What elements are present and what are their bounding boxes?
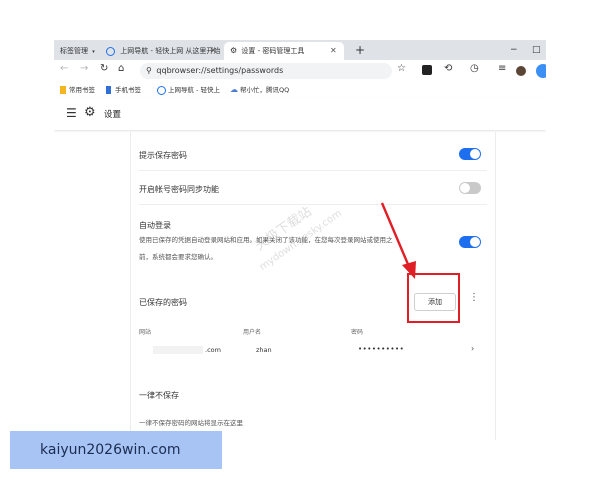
divider [139, 170, 487, 171]
sync-label: 开启帐号密码同步功能 [139, 185, 219, 194]
address-bar[interactable]: ⚲ qqbrowser://settings/passwords [140, 63, 392, 79]
tab-navigation-label: 上网导航 - 轻快上网 从这里开始 [120, 47, 221, 55]
chevron-right-icon[interactable]: › [471, 344, 474, 353]
bookmark-mobile[interactable]: 手机书签 [115, 82, 141, 98]
tab-bar: 标签管理 ▾ 上网导航 - 轻快上网 从这里开始 ✕ ⚙ 设置 - 密码管理工具… [54, 40, 546, 60]
cloud-icon: ☁ [230, 85, 238, 94]
bookmark-yellow-icon [60, 86, 66, 94]
bookmarks-bar: 常用书签 手机书签 上网导航 - 轻快上 ☁ 帮小忙，腾讯QQ [54, 82, 546, 99]
bookmark-common[interactable]: 常用书签 [69, 82, 95, 98]
column-header-password: 密码 [351, 329, 364, 336]
new-tab-button[interactable]: + [355, 42, 365, 58]
tab-settings-label: 设置 - 密码管理工具 [241, 47, 305, 55]
tab-navigation[interactable]: 上网导航 - 轻快上网 从这里开始 ✕ [106, 42, 221, 60]
offer-save-label: 提示保存密码 [139, 151, 187, 160]
maximize-button[interactable]: □ [532, 42, 541, 58]
close-icon[interactable]: ✕ [330, 42, 337, 60]
tab-manager[interactable]: 标签管理 ▾ [60, 42, 95, 60]
table-row[interactable]: .com zhan •••••••••• › [131, 342, 495, 360]
more-options-icon[interactable]: ⋮ [469, 292, 479, 303]
saved-username: zhan [256, 346, 272, 354]
history-icon[interactable]: ◷ [470, 63, 479, 74]
qq-browser-icon [106, 46, 115, 56]
gear-icon: ⚙ [84, 105, 96, 120]
close-icon[interactable]: ✕ [210, 42, 217, 60]
tab-manager-label: 标签管理 [60, 47, 88, 55]
star-icon[interactable]: ☆ [397, 63, 406, 74]
sync-toggle[interactable] [459, 182, 481, 194]
qq-browser-logo-icon[interactable] [536, 64, 546, 78]
forward-arrow-icon[interactable]: → [80, 63, 88, 74]
bookmark-blue-icon [106, 86, 111, 94]
page-title: 设置 [104, 110, 122, 120]
never-save-title: 一律不保存 [139, 391, 179, 400]
sync-icon[interactable]: ⟲ [444, 63, 452, 74]
site-watermark-banner: kaiyun2026win.com [10, 431, 222, 469]
saved-passwords-title: 已保存的密码 [139, 298, 187, 307]
site-blur [153, 346, 203, 354]
reload-icon[interactable]: ↻ [100, 63, 108, 74]
qq-browser-icon [157, 86, 166, 95]
highlight-box [407, 273, 460, 323]
offer-save-toggle[interactable] [459, 148, 481, 160]
saved-site: .com [205, 346, 221, 354]
browser-window: 标签管理 ▾ 上网导航 - 轻快上网 从这里开始 ✕ ⚙ 设置 - 密码管理工具… [54, 40, 546, 440]
search-icon: ⚲ [146, 66, 152, 75]
screenshot-icon[interactable] [422, 65, 432, 75]
chevron-down-icon: ▾ [92, 49, 95, 55]
navigation-toolbar: ← → ↻ ⌂ ⚲ qqbrowser://settings/passwords… [54, 60, 546, 82]
gear-icon: ⚙ [230, 46, 238, 55]
never-save-description: 一律不保存密码的网站将显示在这里 [139, 419, 243, 427]
column-header-username: 用户名 [243, 329, 262, 336]
auto-login-title: 自动登录 [139, 221, 171, 230]
column-header-site: 网站 [139, 329, 152, 336]
bookmark-navigation[interactable]: 上网导航 - 轻快上 [168, 82, 220, 98]
minimize-button[interactable]: − [510, 42, 518, 58]
auto-login-toggle[interactable] [459, 236, 481, 248]
saved-password: •••••••••• [358, 345, 405, 353]
settings-header: ☰ ⚙ 设置 [54, 98, 546, 130]
hamburger-menu-icon[interactable]: ☰ [66, 106, 77, 120]
bookmark-qq[interactable]: 帮小忙，腾讯QQ [240, 82, 289, 98]
back-arrow-icon[interactable]: ← [60, 63, 68, 74]
tab-settings[interactable]: ⚙ 设置 - 密码管理工具 ✕ [224, 42, 344, 60]
avatar[interactable] [516, 66, 526, 76]
address-text: qqbrowser://settings/passwords [156, 66, 284, 75]
home-icon[interactable]: ⌂ [118, 63, 124, 74]
menu-icon[interactable]: ≡ [498, 63, 506, 74]
